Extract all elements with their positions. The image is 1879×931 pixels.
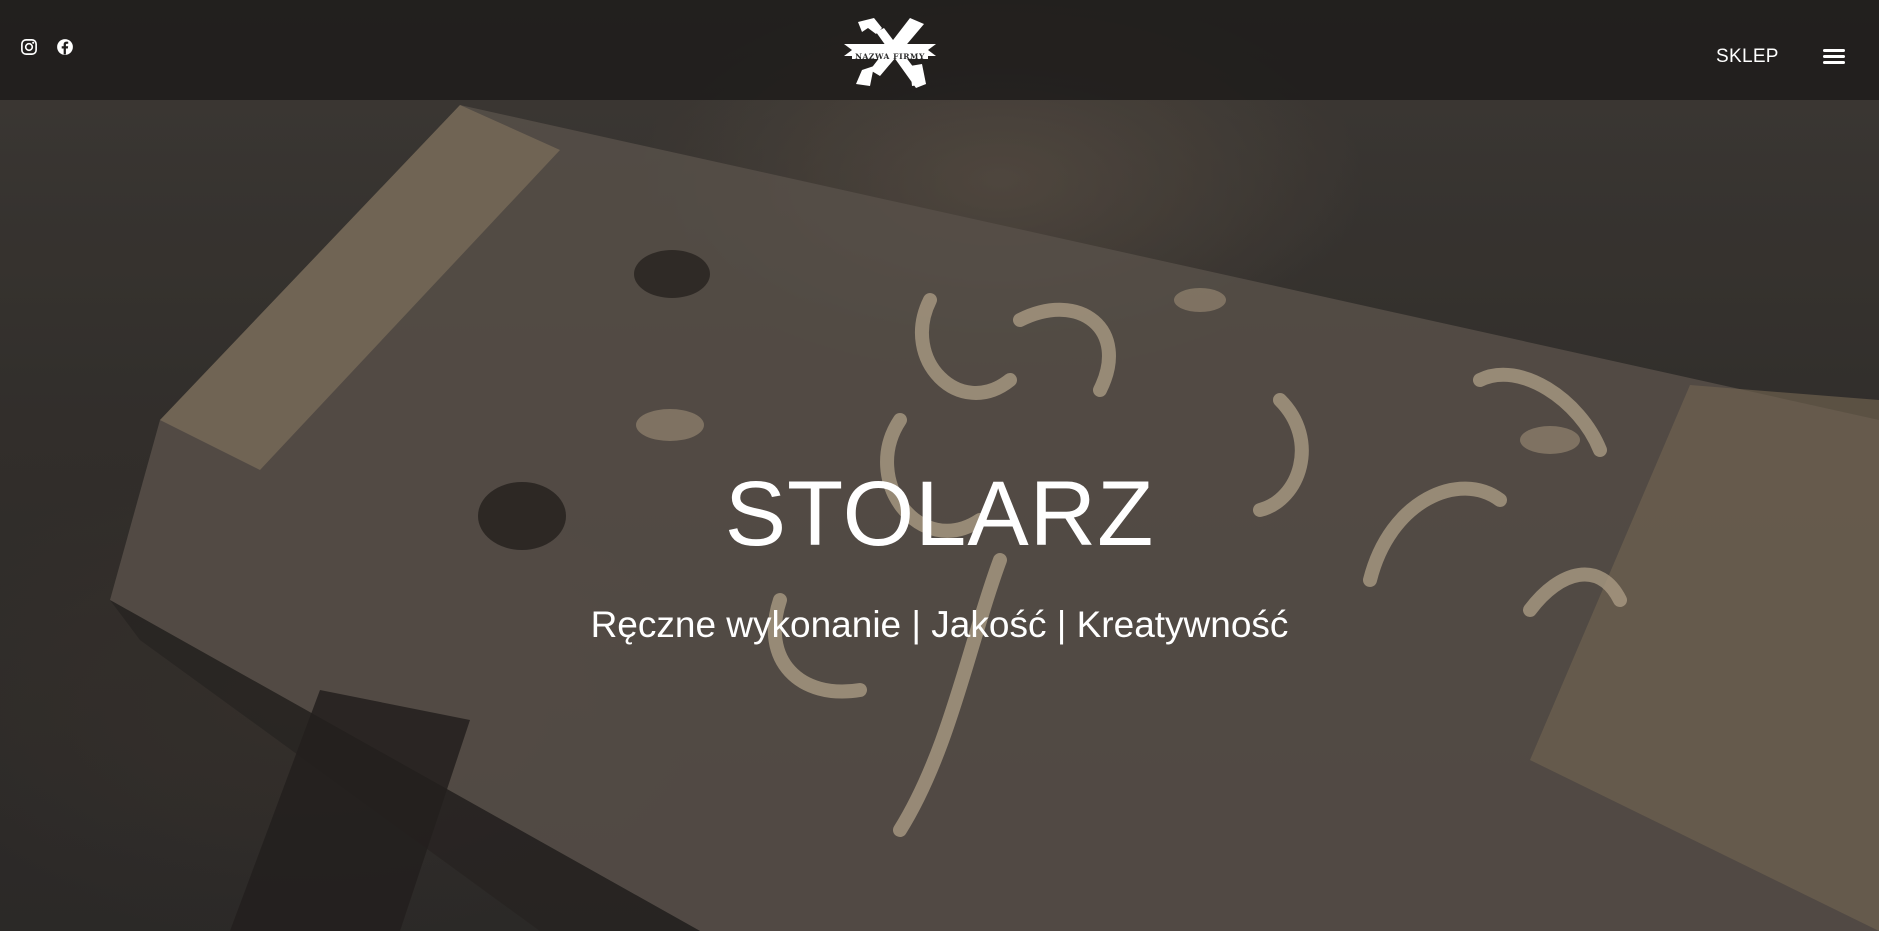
page: NAZWA FIRMY SKLEP STOLARZ Ręczne wykonan… — [0, 0, 1879, 931]
menu-bar — [1823, 55, 1845, 58]
hero-title: STOLARZ — [724, 463, 1155, 565]
hamburger-menu-icon[interactable] — [1823, 47, 1847, 65]
menu-bar — [1823, 49, 1845, 52]
instagram-icon[interactable] — [20, 38, 38, 56]
company-logo[interactable]: NAZWA FIRMY — [840, 14, 940, 90]
social-links — [20, 38, 74, 56]
site-header: NAZWA FIRMY SKLEP — [0, 0, 1879, 100]
facebook-icon[interactable] — [56, 38, 74, 56]
nav-shop-link[interactable]: SKLEP — [1716, 46, 1779, 68]
logo-text: NAZWA FIRMY — [855, 52, 925, 61]
menu-bar — [1823, 61, 1845, 64]
hero-subtitle: Ręczne wykonanie | Jakość | Kreatywność — [590, 604, 1289, 645]
